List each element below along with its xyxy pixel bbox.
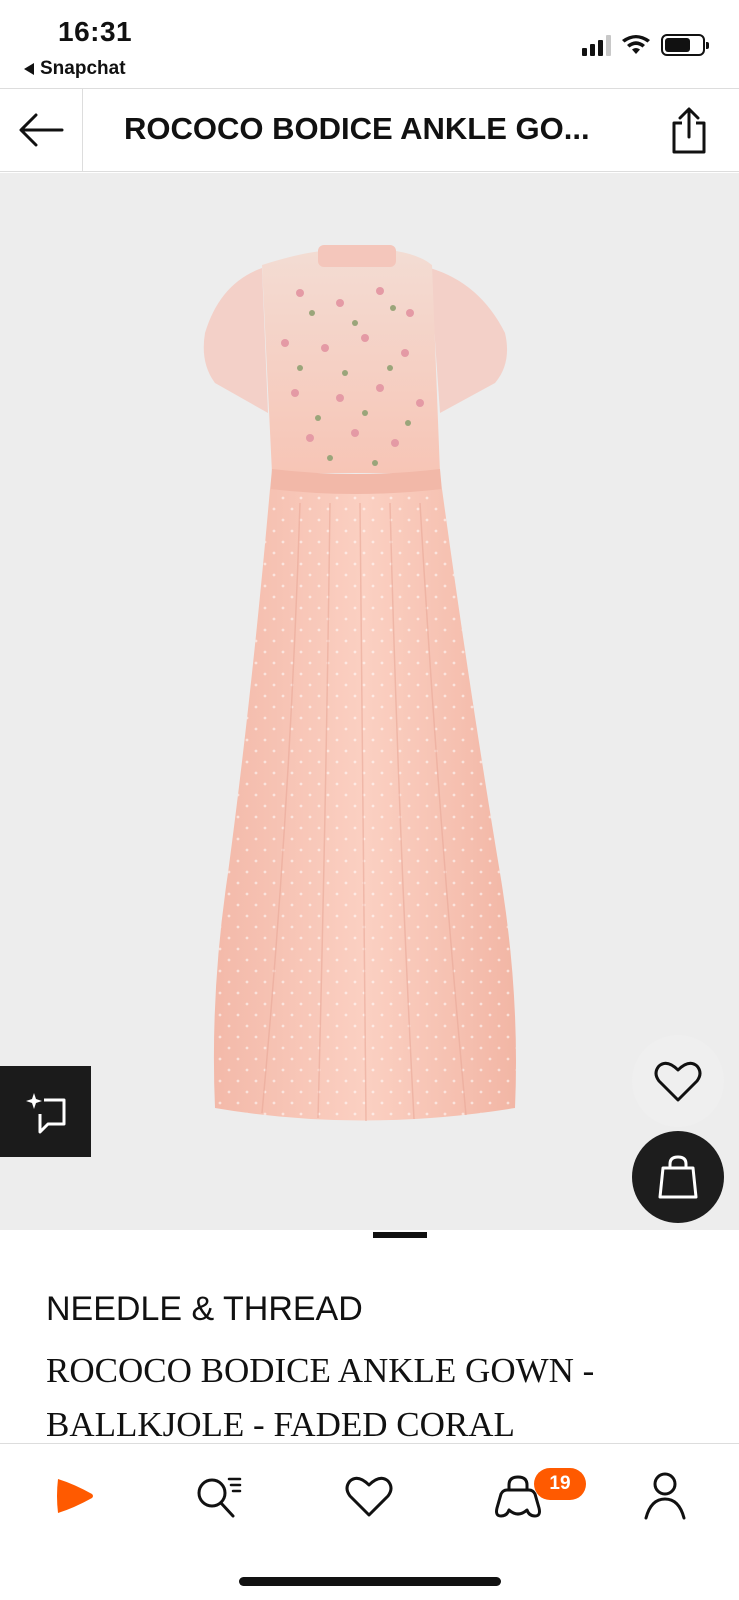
brand-name[interactable]: NEEDLE & THREAD [46,1290,363,1329]
profile-icon [644,1472,686,1520]
battery-icon [661,34,709,56]
back-triangle-icon [24,63,34,75]
home-indicator[interactable] [239,1577,501,1586]
compare-button[interactable] [0,1066,91,1157]
product-image[interactable] [0,173,739,1230]
dress-image [203,245,517,1122]
back-button[interactable] [0,89,83,171]
home-icon [57,1479,93,1513]
nav-home[interactable] [44,1466,104,1526]
heart-icon [345,1476,393,1517]
page-title: ROCOCO BODICE ANKLE GO... [124,111,590,146]
signal-icon [582,34,611,56]
cart-count-badge: 19 [534,1468,586,1500]
compare-icon [25,1092,65,1133]
arrow-left-icon [19,113,64,147]
search-icon [197,1477,242,1518]
back-app-label: Snapchat [40,58,126,79]
product-header: ROCOCO BODICE ANKLE GO... [0,88,739,172]
wishlist-button[interactable] [632,1035,724,1127]
nav-wishlist[interactable] [339,1466,399,1526]
product-name: ROCOCO BODICE ANKLE GOWN - BALLKJOLE - F… [46,1351,595,1444]
status-time: 16:31 [58,16,133,47]
bag-icon [658,1155,698,1199]
wifi-icon [622,35,650,54]
share-icon[interactable] [669,107,709,155]
nav-profile[interactable] [635,1466,695,1526]
heart-icon [654,1061,702,1102]
status-icons [582,34,709,56]
back-to-app-link[interactable]: Snapchat [24,58,126,80]
image-pager-indicator [373,1232,427,1238]
add-to-bag-button[interactable] [632,1131,724,1223]
nav-search[interactable] [188,1466,248,1526]
status-bar: 16:31 Snapchat [0,0,739,88]
